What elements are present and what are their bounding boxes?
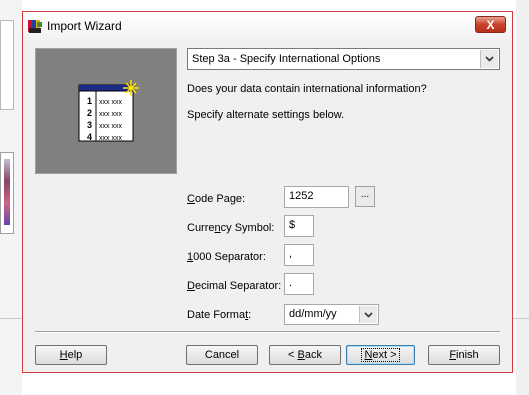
thousand-separator-field[interactable]: ,	[284, 244, 314, 266]
step-dropdown-value: Step 3a - Specify International Options	[192, 53, 381, 65]
date-format-dropdown-button[interactable]	[359, 306, 377, 323]
illustration-row-cells: xxx xxx	[99, 135, 122, 142]
title-bar[interactable]: Import Wizard X	[23, 12, 512, 40]
back-button[interactable]: < Back	[269, 345, 341, 365]
date-format-label: Date Format:	[187, 309, 252, 321]
decimal-separator-field[interactable]: .	[284, 273, 314, 295]
footer-divider	[35, 331, 500, 333]
step-dropdown-button[interactable]	[480, 50, 498, 68]
thousand-separator-label: 1000 Separator:	[187, 251, 266, 263]
code-page-browse-button[interactable]: ...	[355, 186, 375, 207]
instruction-text: Specify alternate settings below.	[187, 109, 345, 121]
wizard-app-icon	[28, 20, 42, 33]
step-dropdown[interactable]: Step 3a - Specify International Options	[187, 48, 500, 70]
background-panel	[0, 152, 14, 234]
close-icon: X	[486, 18, 495, 32]
window-title: Import Wizard	[47, 19, 122, 33]
illustration-row-number: 1	[87, 96, 92, 106]
currency-symbol-field[interactable]: $	[284, 215, 314, 237]
question-text: Does your data contain international inf…	[187, 83, 427, 95]
wizard-illustration: 1 2 3 4 xxx xxx xxx xxx xxx xxx xxx xxx	[35, 48, 177, 174]
illustration-row-cells: xxx xxx	[99, 111, 122, 118]
next-button[interactable]: Next >	[346, 345, 415, 365]
illustration-row-number: 4	[87, 132, 92, 142]
decimal-separator-label: Decimal Separator:	[187, 280, 282, 292]
illustration-row-cells: xxx xxx	[99, 99, 122, 106]
cancel-button[interactable]: Cancel	[186, 345, 258, 365]
background-panel	[0, 20, 14, 110]
illustration-row-number: 2	[87, 108, 92, 118]
import-wizard-dialog: Import Wizard X 1 2 3 4 xxx xxx xxx xxx …	[22, 11, 513, 373]
code-page-label: Code Page:	[187, 193, 246, 205]
illustration-row-cells: xxx xxx	[99, 123, 122, 130]
finish-button[interactable]: Finish	[428, 345, 500, 365]
currency-symbol-label: Currency Symbol:	[187, 222, 275, 234]
chevron-down-icon	[485, 56, 494, 62]
background-app-edge	[516, 0, 529, 395]
illustration-row-number: 3	[87, 120, 92, 130]
date-format-value: dd/mm/yy	[289, 308, 337, 320]
code-page-field[interactable]: 1252	[284, 186, 349, 208]
table-illustration-icon: 1 2 3 4 xxx xxx xxx xxx xxx xxx xxx xxx	[78, 80, 139, 142]
chevron-down-icon	[364, 312, 373, 318]
close-button[interactable]: X	[475, 16, 506, 33]
help-button[interactable]: Help	[35, 345, 107, 365]
date-format-dropdown[interactable]: dd/mm/yy	[284, 304, 379, 325]
